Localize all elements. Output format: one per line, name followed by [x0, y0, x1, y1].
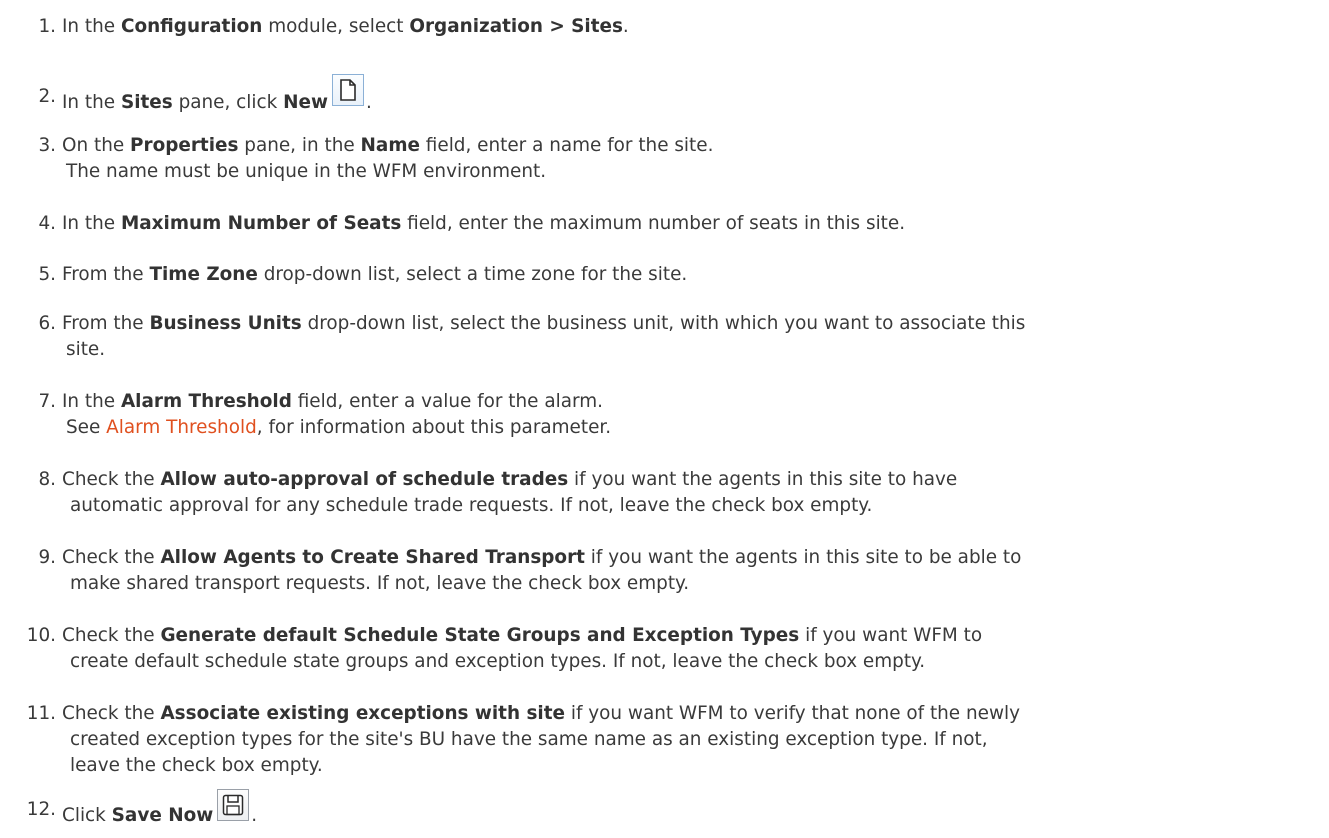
step-number: 8.	[38, 469, 56, 490]
step-text: From the Business Units drop-down list, …	[62, 311, 1324, 363]
text: Click	[62, 805, 112, 826]
step-number: 5.	[38, 264, 56, 285]
text: , for information about this parameter.	[256, 417, 612, 438]
text: field, enter the maximum number of seats…	[401, 213, 906, 234]
text: Check the	[62, 547, 161, 568]
bold-term-properties: Properties	[130, 135, 239, 156]
step-number: 11.	[26, 703, 56, 724]
text: In the	[62, 213, 121, 234]
bold-term-shared-transport: Allow Agents to Create Shared Transport	[160, 547, 585, 568]
step-text: In the Maximum Number of Seats field, en…	[62, 211, 1324, 237]
text: field, enter a name for the site.	[419, 135, 714, 156]
text: .	[251, 805, 258, 826]
step-text: In the Alarm Threshold field, enter a va…	[62, 389, 1324, 441]
step-number: 3.	[38, 135, 56, 156]
text: Check the	[62, 703, 161, 724]
text: drop-down list, select a time zone for t…	[257, 264, 688, 285]
bold-term-sites: Sites	[120, 92, 173, 113]
text: Check the	[62, 625, 161, 646]
text: In the	[62, 391, 121, 412]
step-text: On the Properties pane, in the Name fiel…	[62, 133, 1324, 185]
text: From the	[62, 313, 150, 334]
step-text: Check the Generate default Schedule Stat…	[62, 623, 1324, 675]
step-text: Check the Allow Agents to Create Shared …	[62, 545, 1324, 597]
text: module, select	[262, 16, 410, 37]
text: pane, click	[172, 92, 284, 113]
step-number: 6.	[38, 313, 56, 334]
step-text-continued: automatic approval for any schedule trad…	[70, 495, 873, 516]
step-number: 10.	[26, 625, 56, 646]
step-number: 2.	[38, 86, 56, 107]
step-text: Check the Associate existing exceptions …	[62, 701, 1324, 779]
text: In the	[62, 16, 121, 37]
step-text: In the Configuration module, select Orga…	[62, 14, 1324, 40]
step-text: Click Save Now.	[62, 789, 1324, 829]
text: drop-down list, select the business unit…	[301, 313, 1026, 334]
text: See	[66, 417, 107, 438]
step-number: 4.	[38, 213, 56, 234]
bold-term-alarm-threshold: Alarm Threshold	[120, 391, 292, 412]
text: pane, in the	[238, 135, 361, 156]
bold-term-configuration: Configuration	[120, 16, 263, 37]
step-text-continued: leave the check box empty.	[70, 755, 323, 776]
text: if you want the agents in this site to h…	[568, 469, 958, 490]
bold-term-generate-defaults: Generate default Schedule State Groups a…	[160, 625, 800, 646]
text: On the	[62, 135, 131, 156]
step-number: 7.	[38, 391, 56, 412]
step-note: See Alarm Threshold, for information abo…	[62, 415, 1324, 441]
bold-term-new: New	[283, 92, 328, 113]
step-text: From the Time Zone drop-down list, selec…	[62, 262, 1324, 288]
text: Check the	[62, 469, 161, 490]
alarm-threshold-link[interactable]: Alarm Threshold	[106, 417, 257, 438]
text: field, enter a value for the alarm.	[291, 391, 603, 412]
bold-term-associate-exceptions: Associate existing exceptions with site	[160, 703, 565, 724]
bold-term-save-now: Save Now	[111, 805, 214, 826]
bold-term-organization-sites: Organization > Sites	[409, 16, 623, 37]
text: From the	[62, 264, 150, 285]
text: if you want WFM to	[799, 625, 983, 646]
step-text: In the Sites pane, click New.	[62, 74, 1324, 116]
step-text-continued: created exception types for the site's B…	[70, 729, 988, 750]
step-text-continued: create default schedule state groups and…	[70, 651, 926, 672]
bold-term-name: Name	[360, 135, 420, 156]
text: if you want the agents in this site to b…	[584, 547, 1022, 568]
step-number: 9.	[38, 547, 56, 568]
save-icon[interactable]	[217, 789, 250, 821]
text: if you want WFM to verify that none of t…	[564, 703, 1020, 724]
step-number: 1.	[38, 16, 56, 37]
step-text-continued: make shared transport requests. If not, …	[70, 573, 690, 594]
step-note: The name must be unique in the WFM envir…	[66, 161, 547, 182]
bold-term-maximum-seats: Maximum Number of Seats	[120, 213, 402, 234]
bold-term-auto-approval: Allow auto-approval of schedule trades	[160, 469, 569, 490]
bold-term-business-units: Business Units	[149, 313, 302, 334]
text: In the	[62, 92, 121, 113]
step-number: 12.	[26, 799, 56, 820]
new-document-icon[interactable]	[331, 74, 364, 106]
step-text-continued: site.	[66, 339, 106, 360]
bold-term-time-zone: Time Zone	[149, 264, 258, 285]
text: .	[622, 16, 629, 37]
step-text: Check the Allow auto-approval of schedul…	[62, 467, 1324, 519]
text: .	[365, 92, 372, 113]
